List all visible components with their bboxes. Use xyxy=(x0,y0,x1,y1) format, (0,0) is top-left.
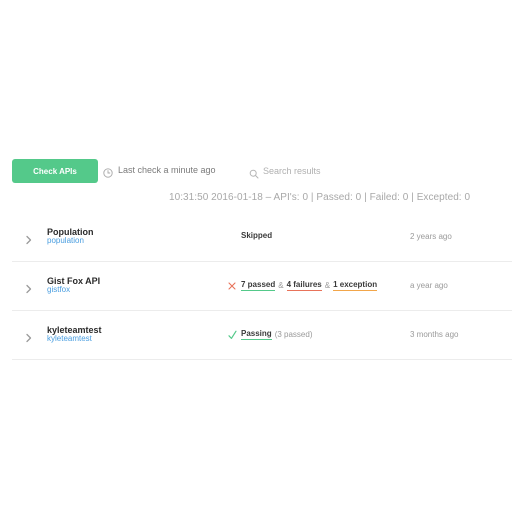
api-status: 7 passed & 4 failures & 1 exception xyxy=(228,280,378,291)
last-run-time: 3 months ago xyxy=(410,330,459,339)
failures-count-link[interactable]: 4 failures xyxy=(286,280,322,291)
api-list: Population population Skipped 2 years ag… xyxy=(12,213,512,360)
api-slug-link[interactable]: gistfox xyxy=(47,285,70,294)
passing-status-link[interactable]: Passing xyxy=(241,329,272,340)
passing-count: (3 passed) xyxy=(274,330,313,339)
last-check-text: Last check a minute ago xyxy=(118,165,216,175)
api-row-gistfox[interactable]: Gist Fox API gistfox 7 passed & 4 failur… xyxy=(12,262,512,311)
search-box xyxy=(249,163,383,179)
passed-count-link[interactable]: 7 passed xyxy=(241,280,276,291)
chevron-right-icon[interactable] xyxy=(25,232,33,245)
last-check-indicator: Last check a minute ago xyxy=(103,163,216,178)
search-input[interactable] xyxy=(263,166,383,176)
api-row-population[interactable]: Population population Skipped 2 years ag… xyxy=(12,213,512,262)
api-row-kyleteamtest[interactable]: kyleteamtest kyleteamtest Passing (3 pas… xyxy=(12,311,512,360)
chevron-right-icon[interactable] xyxy=(25,281,33,294)
last-run-time: 2 years ago xyxy=(410,232,452,241)
check-apis-button[interactable]: Check APIs xyxy=(12,159,98,183)
api-status: Passing (3 passed) xyxy=(228,329,312,340)
last-run-time: a year ago xyxy=(410,281,448,290)
clock-icon xyxy=(103,165,113,178)
toolbar: Check APIs Last check a minute ago xyxy=(12,159,512,183)
summary-status-line: 10:31:50 2016-01-18 – API's: 0 | Passed:… xyxy=(169,192,471,203)
api-slug-link[interactable]: kyleteamtest xyxy=(47,334,92,343)
search-icon xyxy=(249,166,259,179)
api-status: Skipped xyxy=(228,231,272,240)
ampersand: & xyxy=(278,281,284,290)
check-icon xyxy=(228,330,237,340)
exception-count-link[interactable]: 1 exception xyxy=(333,280,378,291)
status-skipped: Skipped xyxy=(241,231,273,240)
x-icon xyxy=(228,281,236,290)
chevron-right-icon[interactable] xyxy=(25,330,33,343)
ampersand: & xyxy=(324,281,331,290)
api-slug-link[interactable]: population xyxy=(47,236,84,245)
